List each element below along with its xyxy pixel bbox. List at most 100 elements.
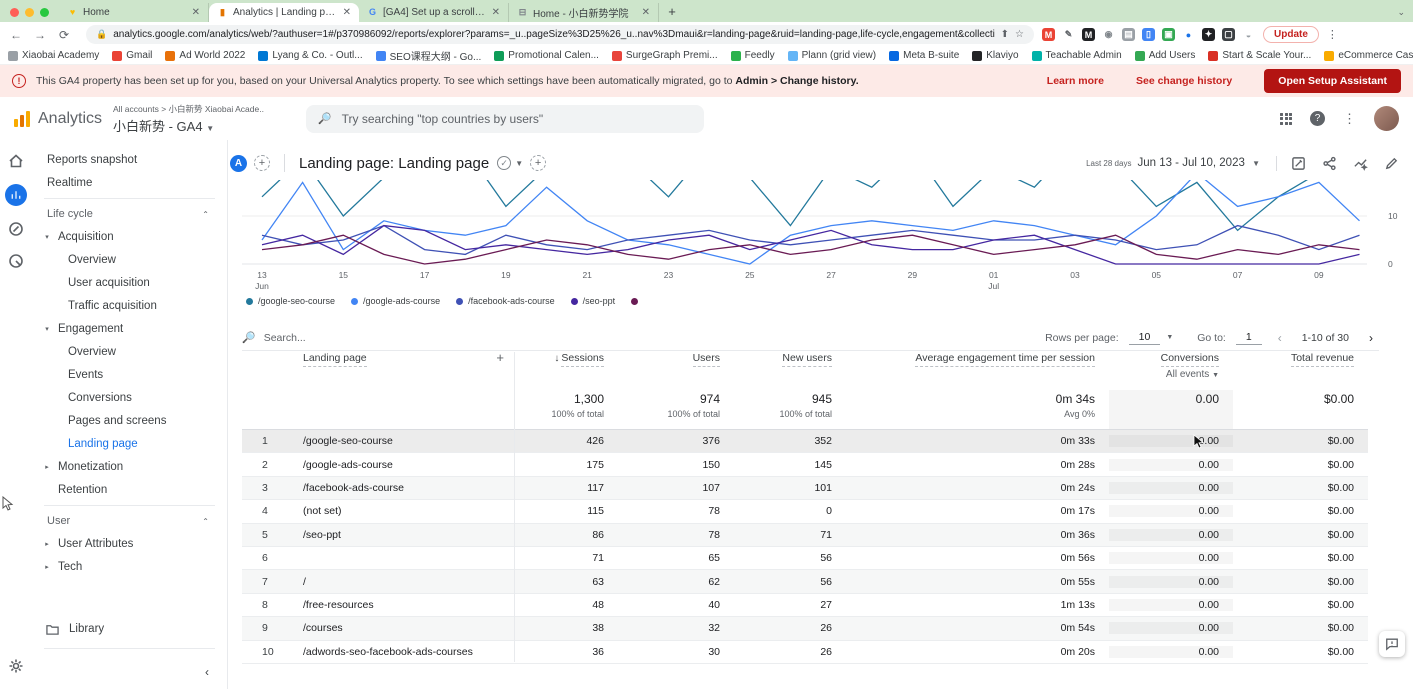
admin-gear-icon[interactable] [7,657,25,675]
maximize-window-icon[interactable] [40,8,49,17]
table-row[interactable]: 9/courses3832260m 54s0.00$0.00 [242,617,1368,640]
sidebar-item-landing-page[interactable]: Landing page [32,432,227,455]
medium-extension-icon[interactable]: M [1082,28,1095,41]
conversions-event-filter[interactable]: All events ▼ [1109,369,1219,380]
table-row[interactable]: 67165560m 56s0.00$0.00 [242,547,1368,570]
screenshot-extension-icon[interactable]: ▣ [1162,28,1175,41]
bookmark-item[interactable]: Meta B-suite [889,50,959,61]
camera-extension-icon[interactable]: ◉ [1102,28,1115,41]
sidebar-item-library[interactable]: Library [32,617,227,641]
section-collapse-icon[interactable]: ⌃ [202,517,209,526]
bookmark-item[interactable]: Add Users [1135,50,1196,61]
sidebar-item-acquisition[interactable]: ▾Acquisition [32,225,227,248]
table-row[interactable]: 3/facebook-ads-course1171071010m 24s0.00… [242,477,1368,500]
legend-item[interactable]: /google-ads-course [351,296,440,306]
sidebar-item-reports-snapshot[interactable]: Reports snapshot [32,148,227,171]
sidebar-section-user[interactable]: User⌃ [32,510,227,532]
table-row[interactable]: 5/seo-ppt8678710m 36s0.00$0.00 [242,524,1368,547]
customize-report-icon[interactable] [1291,156,1306,171]
tab-close-icon[interactable]: ✕ [192,7,200,18]
chevron-collapsed-icon[interactable]: ▸ [42,540,52,548]
date-range-picker[interactable]: Jun 13 - Jul 10, 2023 ▼ [1137,157,1260,169]
help-icon[interactable]: ? [1310,111,1325,126]
browser-tab[interactable]: G[GA4] Set up a scroll conversi✕ [359,3,509,22]
feedback-button[interactable] [1379,631,1405,657]
globe-extension-icon[interactable]: ● [1182,28,1195,41]
col-new-users[interactable]: New users [782,352,832,367]
col-users[interactable]: Users [693,352,720,367]
goto-page-input[interactable]: 1 [1236,331,1262,345]
tab-close-icon[interactable]: ✕ [492,7,500,18]
gmail-extension-icon[interactable]: M [1042,28,1055,41]
bookmark-item[interactable]: SEO课程大纲 - Go... [376,48,482,63]
section-collapse-icon[interactable]: ⌃ [202,210,209,219]
edit-pencil-icon[interactable] [1384,156,1399,171]
col-sessions[interactable]: Sessions [561,352,604,367]
close-window-icon[interactable] [10,8,19,17]
notes-extension-icon[interactable]: ▤ [1122,28,1135,41]
chevron-collapsed-icon[interactable]: ▸ [42,463,52,471]
sidebar-item-user-acquisition[interactable]: User acquisition [32,271,227,294]
google-apps-icon[interactable] [1280,113,1292,125]
col-landing-page[interactable]: Landing page [303,352,367,367]
nav-reports-icon[interactable] [5,184,27,206]
new-tab-button[interactable]: + [663,2,681,20]
legend-item[interactable] [631,296,643,306]
sidebar-item-events[interactable]: Events [32,363,227,386]
legend-item[interactable]: /facebook-ads-course [456,296,555,306]
bookmark-star-icon[interactable]: ☆ [1015,29,1024,40]
ga-search-bar[interactable]: 🔍 Try searching "top countries by users" [306,105,704,133]
col-avg-engagement[interactable]: Average engagement time per session [915,352,1095,367]
pen-extension-icon[interactable]: ✎ [1062,28,1075,41]
table-row[interactable]: 2/google-ads-course1751501450m 28s0.00$0… [242,453,1368,476]
minimize-window-icon[interactable] [25,8,34,17]
reload-icon[interactable]: ⟳ [56,28,72,42]
back-icon[interactable]: ← [8,28,24,42]
nav-home-icon[interactable] [7,152,25,170]
comparison-chip[interactable]: A [230,155,247,172]
sidebar-item-retention[interactable]: Retention [32,478,227,501]
table-row[interactable]: 10/adwords-seo-facebook-ads-courses36302… [242,641,1368,664]
browser-tab[interactable]: ⊟Home - 小白新势学院✕ [509,3,659,22]
url-text[interactable]: analytics.google.com/analytics/web/?auth… [113,29,994,40]
legend-item[interactable]: /seo-ppt [571,296,616,306]
account-property-picker[interactable]: All accounts > 小白新势 Xiaobai Acade.. 小白新势… [113,103,264,135]
bookmark-item[interactable]: Teachable Admin [1032,50,1122,61]
sidebar-item-conversions[interactable]: Conversions [32,386,227,409]
report-title-caret-icon[interactable]: ▼ [515,159,523,168]
bookmark-item[interactable]: Xiaobai Academy [8,50,99,61]
sidebar-item-tech[interactable]: ▸Tech [32,555,227,578]
sidebar-item-engagement[interactable]: ▾Engagement [32,317,227,340]
rows-per-page-select[interactable]: 10 [1129,331,1161,345]
tab-close-icon[interactable]: ✕ [642,7,650,18]
open-setup-assistant-button[interactable]: Open Setup Assistant [1264,69,1401,93]
avatar[interactable] [1374,106,1399,131]
bookmark-item[interactable]: eCommerce Case... [1324,50,1413,61]
see-change-history-link[interactable]: See change history [1136,75,1232,87]
bookmark-item[interactable]: Lyang & Co. - Outl... [258,50,362,61]
analytics-logo[interactable]: Analytics [0,110,113,128]
panel-extension-icon[interactable]: ▢ [1222,28,1235,41]
docs-extension-icon[interactable]: ▯ [1142,28,1155,41]
forward-icon[interactable]: → [32,28,48,42]
chevron-expanded-icon[interactable]: ▾ [42,325,52,333]
col-total-revenue[interactable]: Total revenue [1291,352,1354,367]
sidebar-item-overview[interactable]: Overview [32,248,227,271]
share-icon[interactable]: ⬆ [1001,29,1009,40]
browser-menu-icon[interactable]: ⋮ [1327,28,1338,41]
table-search[interactable]: 🔍 Search... [242,331,306,344]
table-row[interactable]: 8/free-resources4840271m 13s0.00$0.00 [242,594,1368,617]
add-dimension-icon[interactable]: + [496,350,504,365]
chrome-update-button[interactable]: Update [1263,26,1319,43]
next-page-icon[interactable]: › [1363,331,1379,345]
add-comparison-icon[interactable]: + [254,155,270,171]
bookmark-item[interactable]: Start & Scale Your... [1208,50,1311,61]
prev-page-icon[interactable]: ‹ [1272,331,1288,345]
table-row[interactable]: 7/6362560m 55s0.00$0.00 [242,570,1368,593]
profile-extension-icon[interactable]: ◒ [1242,28,1255,41]
browser-tab[interactable]: ♥Home✕ [59,3,209,22]
collapse-sidebar-icon[interactable]: ‹ [205,665,209,679]
window-controls[interactable] [0,8,59,22]
col-conversions[interactable]: Conversions [1161,352,1219,367]
sidebar-section-life-cycle[interactable]: Life cycle⌃ [32,203,227,225]
